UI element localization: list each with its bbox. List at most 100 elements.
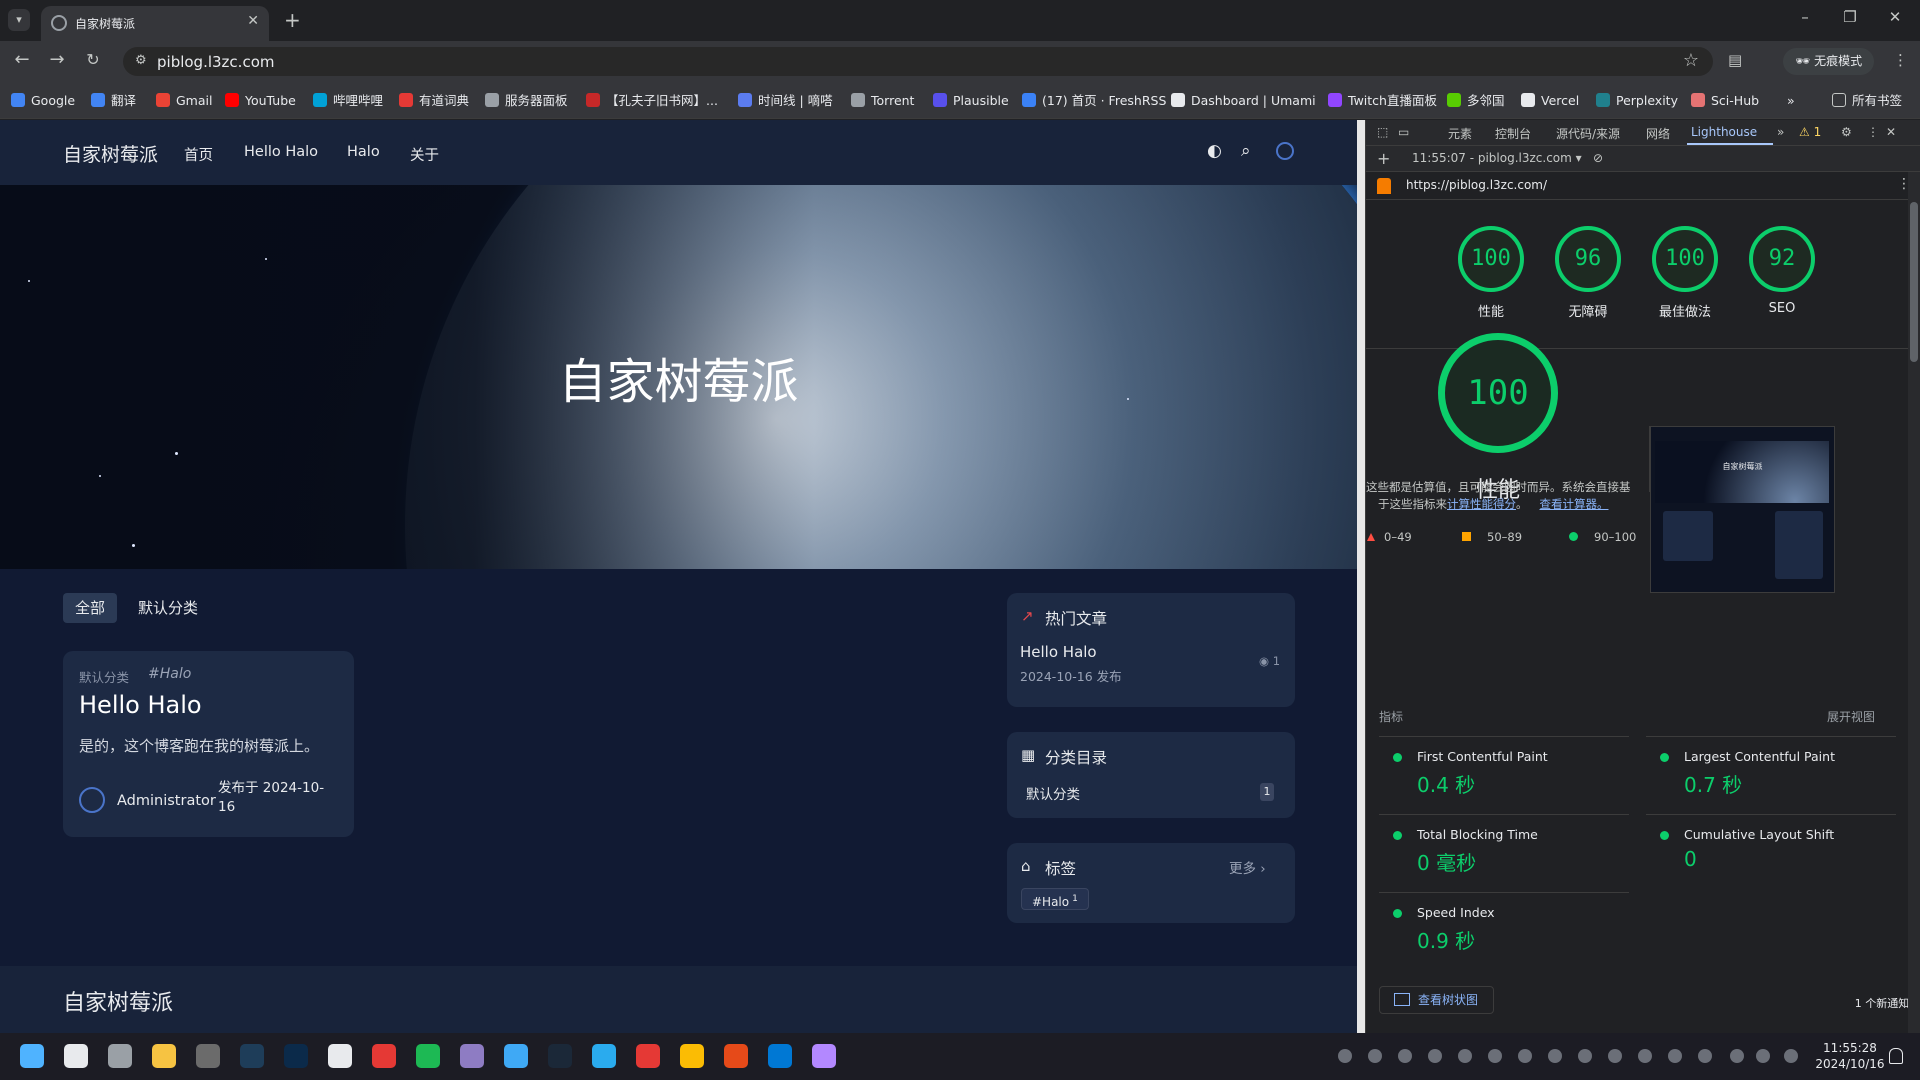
devtools-tab-console[interactable]: 控制台: [1495, 125, 1531, 142]
bookmark-item[interactable]: Perplexity: [1596, 91, 1678, 111]
bookmark-item[interactable]: 有道词典: [399, 91, 469, 111]
devtools-scroll-thumb[interactable]: [1910, 202, 1918, 362]
nav-about[interactable]: 关于: [410, 144, 439, 165]
device-toggle-icon[interactable]: ▭: [1398, 125, 1409, 139]
tray-icon[interactable]: [1578, 1049, 1592, 1063]
chrome-icon[interactable]: [680, 1044, 704, 1068]
restore-button[interactable]: ❐: [1835, 8, 1865, 26]
tray-icon[interactable]: [1698, 1049, 1712, 1063]
close-window-button[interactable]: ✕: [1880, 8, 1910, 26]
tray-icon[interactable]: [1398, 1049, 1412, 1063]
search-icon[interactable]: [64, 1044, 88, 1068]
all-bookmarks-folder[interactable]: 所有书签: [1832, 91, 1902, 111]
tags-more-link[interactable]: 更多 ›: [1229, 857, 1266, 877]
forward-button[interactable]: →: [45, 49, 69, 70]
post-author[interactable]: Administrator: [117, 793, 216, 809]
menu-icon[interactable]: ⋮: [1893, 51, 1908, 69]
view-calculator-link[interactable]: 查看计算器。: [1540, 497, 1609, 511]
bookmark-item[interactable]: YouTube: [225, 91, 296, 111]
bookmark-item[interactable]: Dashboard | Umami: [1171, 91, 1316, 111]
tray-icon[interactable]: [1784, 1049, 1798, 1063]
clear-reports-icon[interactable]: ⊘: [1593, 151, 1603, 165]
bookmark-item[interactable]: 翻译: [91, 91, 136, 111]
category-item[interactable]: 默认分类: [1026, 783, 1080, 803]
netease-cloud-icon[interactable]: [636, 1044, 660, 1068]
url-text[interactable]: piblog.l3zc.com: [157, 53, 274, 71]
tray-icon[interactable]: [1608, 1049, 1622, 1063]
vscode-icon[interactable]: [768, 1044, 792, 1068]
splitter-bar[interactable]: [1357, 120, 1365, 1033]
lightroom-icon[interactable]: [240, 1044, 264, 1068]
post-title[interactable]: Hello Halo: [79, 691, 202, 719]
photoshop-icon[interactable]: [284, 1044, 308, 1068]
devtools-scrollbar[interactable]: [1908, 172, 1920, 1033]
score-gauge[interactable]: 92: [1749, 226, 1815, 292]
nav-hello-halo[interactable]: Hello Halo: [244, 144, 318, 160]
app-icon[interactable]: [724, 1044, 748, 1068]
app-icon[interactable]: [504, 1044, 528, 1068]
bookmark-item[interactable]: Sci-Hub: [1691, 91, 1759, 111]
nav-home[interactable]: 首页: [184, 144, 213, 165]
bookmark-item[interactable]: (17) 首页 · FreshRSS: [1022, 91, 1166, 111]
page-splitter[interactable]: [1357, 120, 1365, 1033]
bookmark-item[interactable]: Google: [11, 91, 75, 111]
notification-toast[interactable]: 1 个新通知: [1847, 992, 1917, 1016]
devtools-tab-lighthouse[interactable]: Lighthouse: [1691, 125, 1757, 139]
score-gauge[interactable]: 100: [1458, 226, 1524, 292]
telegram-icon[interactable]: [592, 1044, 616, 1068]
address-bar[interactable]: ⚙ piblog.l3zc.com ☆: [123, 47, 1713, 76]
settings-gear-icon[interactable]: ⚙: [1841, 125, 1852, 139]
app-icon[interactable]: [460, 1044, 484, 1068]
bookmark-item[interactable]: 【孔夫子旧书网】...: [586, 91, 718, 111]
devtools-tab-sources[interactable]: 源代码/来源: [1556, 125, 1620, 142]
tray-icon[interactable]: [1458, 1049, 1472, 1063]
tray-icon[interactable]: [1548, 1049, 1562, 1063]
tray-icon[interactable]: [1730, 1049, 1744, 1063]
tray-icon[interactable]: [1756, 1049, 1770, 1063]
bookmark-item[interactable]: Plausible: [933, 91, 1009, 111]
tab-close-icon[interactable]: ✕: [247, 13, 259, 29]
file-explorer-icon[interactable]: [152, 1044, 176, 1068]
post-tag[interactable]: #Halo: [148, 666, 191, 682]
bookmarks-overflow-icon[interactable]: »: [1787, 91, 1795, 111]
bookmark-star-icon[interactable]: ☆: [1683, 50, 1699, 71]
terminal-icon[interactable]: [196, 1044, 220, 1068]
expand-view-toggle[interactable]: 展开视图: [1827, 708, 1875, 725]
hot-post-title[interactable]: Hello Halo: [1020, 643, 1097, 661]
warning-icon[interactable]: ⚠ 1: [1799, 125, 1821, 139]
bookmark-item[interactable]: 时间线 | 嘀嗒: [738, 91, 833, 111]
tab-search-button[interactable]: ▾: [8, 9, 30, 31]
bookmark-item[interactable]: Twitch直播面板: [1328, 91, 1437, 111]
minimize-button[interactable]: –: [1790, 8, 1820, 26]
devtools-tab-elements[interactable]: 元素: [1448, 125, 1472, 142]
tag-chip[interactable]: #Halo 1: [1021, 888, 1089, 910]
tray-icon[interactable]: [1638, 1049, 1652, 1063]
bookmark-item[interactable]: 多邻国: [1447, 91, 1505, 111]
user-avatar-icon[interactable]: [1276, 142, 1294, 160]
notion-icon[interactable]: [328, 1044, 352, 1068]
devtools-menu-icon[interactable]: ⋮: [1867, 125, 1879, 139]
category-tab-all[interactable]: 全部: [63, 593, 118, 623]
reading-list-icon[interactable]: ▤: [1728, 51, 1742, 69]
tray-icon[interactable]: [1428, 1049, 1442, 1063]
tray-icon[interactable]: [1488, 1049, 1502, 1063]
score-gauge[interactable]: 96: [1555, 226, 1621, 292]
netease-music-icon[interactable]: [372, 1044, 396, 1068]
inspect-element-icon[interactable]: ⬚: [1377, 125, 1388, 139]
system-clock[interactable]: 11:55:28 2024/10/16: [1815, 1040, 1885, 1072]
bookmark-item[interactable]: 服务器面板: [485, 91, 568, 111]
notification-bell-icon[interactable]: [1889, 1048, 1903, 1064]
post-category[interactable]: 默认分类: [79, 667, 129, 686]
app-icon[interactable]: [812, 1044, 836, 1068]
bookmark-item[interactable]: Vercel: [1521, 91, 1579, 111]
bookmark-item[interactable]: Torrent: [851, 91, 914, 111]
back-button[interactable]: ←: [10, 49, 34, 70]
browser-tab[interactable]: 自家树莓派 ✕: [41, 6, 269, 41]
start-icon[interactable]: [20, 1044, 44, 1068]
reload-button[interactable]: ↻: [81, 50, 105, 69]
bookmark-item[interactable]: 哔哩哔哩: [313, 91, 383, 111]
new-report-icon[interactable]: +: [1377, 149, 1390, 168]
new-tab-button[interactable]: +: [284, 8, 301, 32]
category-tab-default[interactable]: 默认分类: [126, 593, 210, 623]
tray-icon[interactable]: [1338, 1049, 1352, 1063]
